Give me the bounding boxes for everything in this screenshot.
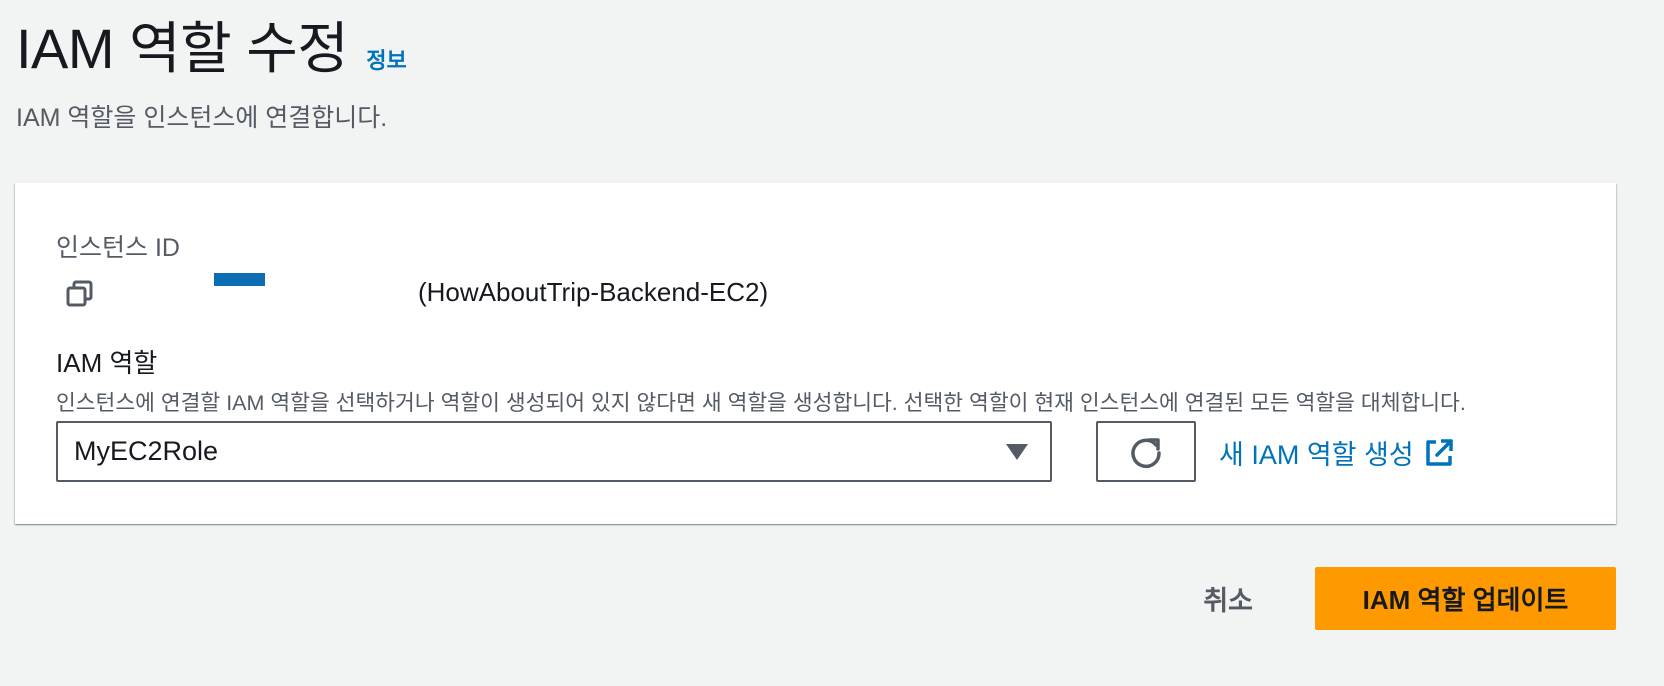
iam-role-selected-value: MyEC2Role [74, 436, 219, 466]
copy-icon [66, 280, 93, 307]
iam-role-description: 인스턴스에 연결할 IAM 역할을 선택하거나 역할이 생성되어 있지 않다면 … [56, 391, 1466, 415]
instance-id-redacted [214, 273, 265, 286]
refresh-button[interactable] [1096, 421, 1196, 482]
form-actions: 취소 IAM 역할 업데이트 [1197, 567, 1616, 630]
instance-id-label: 인스턴스 ID [56, 234, 180, 262]
iam-role-select[interactable]: MyEC2Role [56, 421, 1052, 482]
page-header: IAM 역할 수정 정보 IAM 역할을 인스턴스에 연결합니다. [16, 18, 407, 134]
create-iam-role-link-text: 새 IAM 역할 생성 [1219, 440, 1414, 470]
page-description: IAM 역할을 인스턴스에 연결합니다. [16, 103, 388, 132]
caret-down-icon [1006, 443, 1028, 460]
instance-name: (HowAboutTrip-Backend-EC2) [418, 277, 769, 307]
info-link[interactable]: 정보 [366, 43, 406, 75]
settings-card: 인스턴스 ID (HowAboutTrip-Backend-EC2) IAM 역… [15, 183, 1616, 524]
title-row: IAM 역할 수정 정보 [16, 18, 407, 80]
update-iam-role-button[interactable]: IAM 역할 업데이트 [1315, 567, 1616, 630]
page-title: IAM 역할 수정 [16, 17, 349, 80]
create-iam-role-link[interactable]: 새 IAM 역할 생성 [1219, 433, 1454, 472]
iam-role-label: IAM 역할 [56, 348, 158, 378]
external-link-icon [1425, 438, 1453, 466]
cancel-button[interactable]: 취소 [1197, 578, 1259, 619]
instance-id-row: (HowAboutTrip-Backend-EC2) [63, 273, 963, 313]
refresh-icon [1131, 437, 1161, 468]
copy-button[interactable] [63, 277, 97, 311]
